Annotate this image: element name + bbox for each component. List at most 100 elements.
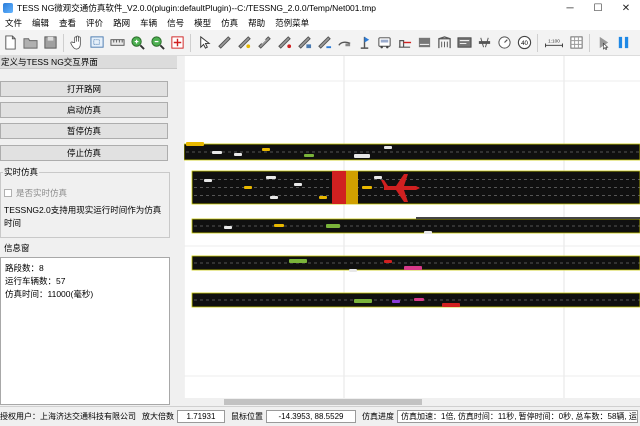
menu-edit[interactable]: 编辑 bbox=[27, 17, 54, 29]
timer-icon[interactable] bbox=[496, 34, 513, 51]
status-zoom-label: 放大倍数 bbox=[142, 412, 174, 421]
menu-file[interactable]: 文件 bbox=[0, 17, 27, 29]
lane-tool-icon[interactable] bbox=[256, 34, 273, 51]
zoom-window-icon[interactable] bbox=[89, 34, 106, 51]
gantry-icon[interactable] bbox=[436, 34, 453, 51]
menu-evaluate[interactable]: 评价 bbox=[81, 17, 108, 29]
toolbar-separator bbox=[537, 33, 538, 52]
network-canvas[interactable] bbox=[184, 56, 640, 398]
vehicle bbox=[234, 153, 242, 156]
realtime-checkbox[interactable] bbox=[4, 189, 12, 197]
menu-view[interactable]: 查看 bbox=[54, 17, 81, 29]
vehicle bbox=[384, 146, 392, 149]
info-sim-time: 仿真时间：11000(毫秒) bbox=[5, 289, 94, 299]
maximize-button[interactable]: ☐ bbox=[584, 0, 612, 16]
status-zoom-value: 1.71931 bbox=[177, 410, 225, 423]
toolbar-separator bbox=[63, 33, 64, 52]
title-bar: TESS NG微观交通仿真软件_V2.0.0(plugin:defaultPlu… bbox=[0, 0, 640, 16]
menu-vehicle[interactable]: 车辆 bbox=[135, 17, 162, 29]
grid-icon[interactable] bbox=[568, 34, 585, 51]
menu-examples[interactable]: 范例菜单 bbox=[270, 17, 314, 29]
link-tool-icon[interactable] bbox=[216, 34, 233, 51]
minimize-button[interactable]: ─ bbox=[556, 0, 584, 16]
bus-icon[interactable] bbox=[376, 34, 393, 51]
vehicle bbox=[304, 154, 314, 157]
lane-add-section bbox=[416, 217, 640, 219]
stop-simulation-button[interactable]: 停止仿真 bbox=[0, 145, 168, 161]
zoom-out-icon[interactable] bbox=[149, 34, 166, 51]
menu-help[interactable]: 帮助 bbox=[243, 17, 270, 29]
save-icon[interactable] bbox=[42, 34, 59, 51]
vehicle bbox=[392, 300, 400, 303]
zoom-in-icon[interactable] bbox=[129, 34, 146, 51]
vehicle bbox=[424, 231, 432, 234]
pause-simulation-button[interactable]: 暂停仿真 bbox=[0, 123, 168, 139]
pause-icon[interactable] bbox=[615, 34, 632, 51]
road-network[interactable] bbox=[184, 56, 640, 398]
vehicle bbox=[224, 226, 232, 229]
realtime-group-title: 实时仿真 bbox=[3, 166, 40, 178]
panel-splitter[interactable] bbox=[177, 56, 184, 406]
signal-zone-red bbox=[332, 171, 346, 204]
menu-network[interactable]: 路网 bbox=[108, 17, 135, 29]
vehicle-input-icon[interactable] bbox=[336, 34, 353, 51]
signal-tool-icon[interactable] bbox=[276, 34, 293, 51]
menu-signal[interactable]: 信号 bbox=[162, 17, 189, 29]
speed-limit-icon[interactable]: 40 bbox=[516, 34, 533, 51]
realtime-checkbox-row[interactable]: 是否实时仿真 bbox=[4, 187, 67, 199]
horizontal-scrollbar[interactable] bbox=[184, 398, 640, 406]
menu-simulation[interactable]: 仿真 bbox=[216, 17, 243, 29]
detector-tool-icon[interactable] bbox=[296, 34, 313, 51]
new-file-icon[interactable] bbox=[2, 34, 19, 51]
vehicle bbox=[362, 186, 372, 189]
scale-icon[interactable]: 1:100 bbox=[543, 34, 565, 51]
status-owner: 授权用户：上海济达交通科技有限公司 bbox=[0, 412, 136, 421]
info-group-title: 信息窗 bbox=[3, 242, 31, 254]
close-button[interactable]: ✕ bbox=[612, 0, 640, 16]
app-icon bbox=[3, 3, 13, 13]
control-panel: 定义与TESS NG交互界面 打开路网 启动仿真 暂停仿真 停止仿真 实时仿真 … bbox=[0, 56, 177, 406]
parking-icon[interactable] bbox=[416, 34, 433, 51]
vehicle bbox=[442, 303, 460, 307]
menu-model[interactable]: 模型 bbox=[189, 17, 216, 29]
route-tool-icon[interactable] bbox=[316, 34, 333, 51]
info-window[interactable]: 路段数：8 运行车辆数：57 仿真时间：11000(毫秒) bbox=[0, 257, 170, 405]
open-folder-icon[interactable] bbox=[22, 34, 39, 51]
vehicle bbox=[270, 196, 278, 199]
travel-time-icon[interactable] bbox=[456, 34, 473, 51]
status-summary: 仿真加速：1倍, 仿真时间：11秒, 暂停时间：0秒, 总车数：58辆, 运行数… bbox=[397, 410, 638, 423]
vehicle bbox=[204, 179, 212, 182]
scrollbar-thumb[interactable] bbox=[224, 399, 422, 405]
vehicle bbox=[262, 148, 270, 151]
collection-icon[interactable] bbox=[476, 34, 493, 51]
vehicle bbox=[384, 260, 392, 263]
info-link-count: 路段数：8 bbox=[5, 263, 44, 273]
vehicle bbox=[294, 183, 302, 186]
run-icon[interactable] bbox=[595, 34, 612, 51]
vehicle bbox=[374, 176, 382, 179]
measure-icon[interactable] bbox=[109, 34, 126, 51]
status-mouse-value: -14.3953, 88.5529 bbox=[266, 410, 356, 423]
toolbar: 40 1:100 bbox=[0, 30, 640, 56]
status-progress-label: 仿真进度 bbox=[362, 412, 394, 421]
select-arrow-icon[interactable] bbox=[196, 34, 213, 51]
panel-header: 定义与TESS NG交互界面 bbox=[0, 56, 177, 69]
vehicle bbox=[354, 154, 370, 158]
vehicle bbox=[274, 224, 284, 227]
vehicle bbox=[289, 259, 307, 263]
speed-limit-label: 40 bbox=[521, 40, 528, 47]
toll-icon[interactable] bbox=[396, 34, 413, 51]
realtime-description: TESSNG2.0支持用现实运行时间作为仿真时间 bbox=[4, 205, 162, 228]
connector-tool-icon[interactable] bbox=[236, 34, 253, 51]
status-mouse-label: 鼠标位置 bbox=[231, 412, 263, 421]
window-title: TESS NG微观交通仿真软件_V2.0.0(plugin:defaultPlu… bbox=[17, 3, 377, 13]
pan-hand-icon[interactable] bbox=[69, 34, 86, 51]
vehicle bbox=[326, 224, 340, 228]
status-bar: 授权用户：上海济达交通科技有限公司 放大倍数 1.71931 鼠标位置 -14.… bbox=[0, 406, 640, 426]
open-network-button[interactable]: 打开路网 bbox=[0, 81, 168, 97]
vehicle bbox=[244, 186, 252, 189]
fit-view-icon[interactable] bbox=[169, 34, 186, 51]
bus-stop-icon[interactable] bbox=[356, 34, 373, 51]
signal-zone-yellow bbox=[346, 171, 358, 204]
start-simulation-button[interactable]: 启动仿真 bbox=[0, 102, 168, 118]
